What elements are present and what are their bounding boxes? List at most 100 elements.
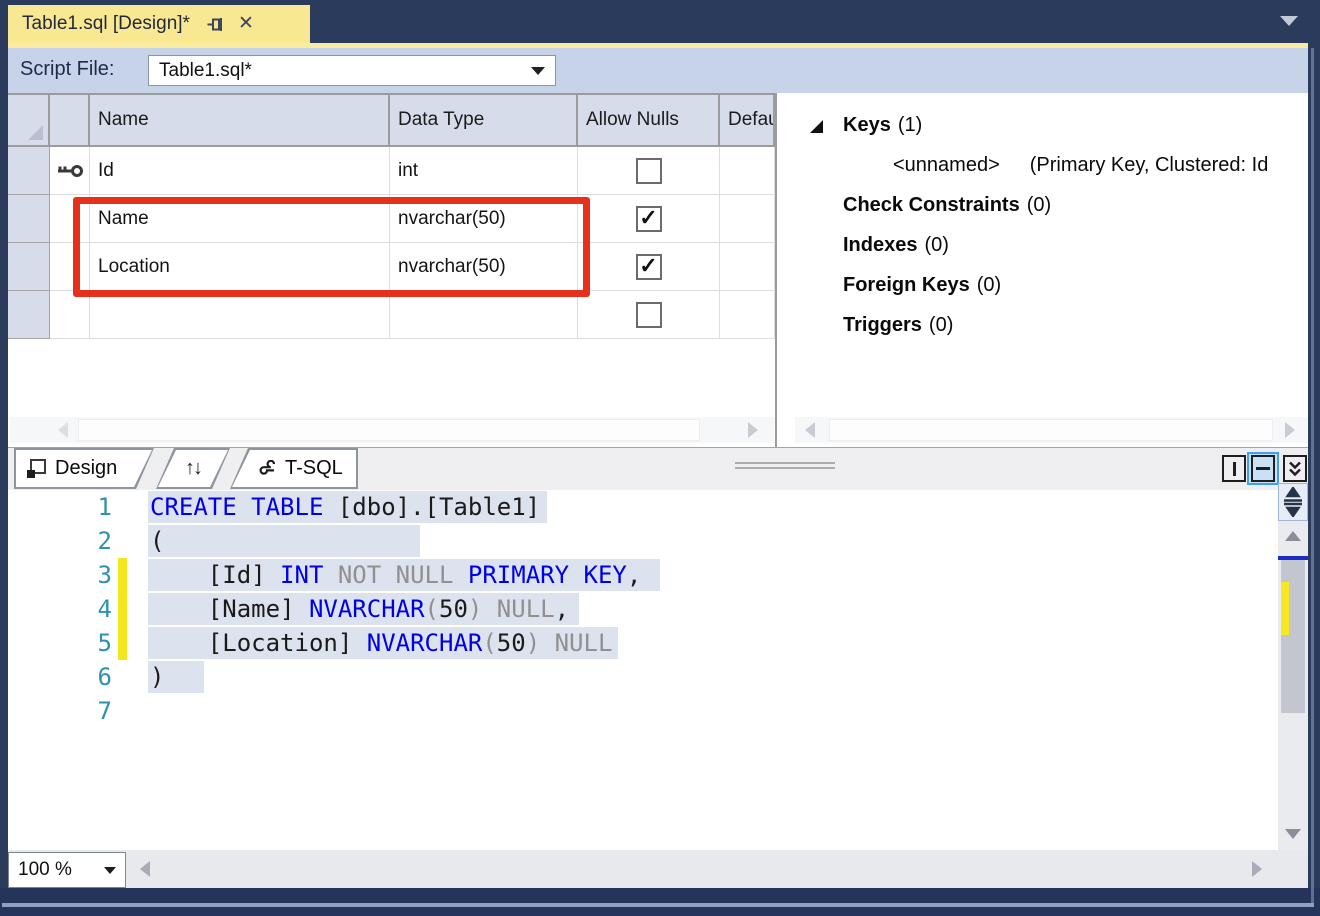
cell-name[interactable]: Name — [90, 195, 390, 243]
allow-nulls-checkbox[interactable]: ✓ — [636, 254, 662, 280]
primary-key-icon — [56, 163, 84, 179]
cell-allow-nulls — [578, 291, 720, 339]
cell-default[interactable] — [720, 147, 775, 195]
window-border — [1311, 48, 1314, 906]
split-vertical-button[interactable] — [1222, 455, 1246, 482]
code-line[interactable]: 5 [Location] NVARCHAR(50) NULL — [8, 626, 1278, 660]
tab-design-label: Design — [55, 457, 117, 480]
scroll-left-icon[interactable] — [805, 422, 815, 438]
line-number: 2 — [8, 524, 112, 558]
tree-item-foreign-keys[interactable]: Foreign Keys(0) — [843, 274, 1001, 297]
code-line[interactable]: 1CREATE TABLE [dbo].[Table1] — [8, 490, 1278, 524]
column-header-data-type[interactable]: Data Type — [390, 95, 578, 147]
script-file-label: Script File: — [20, 58, 114, 81]
document-well-dropdown-icon[interactable] — [1280, 16, 1298, 26]
zoom-level-value: 100 % — [18, 859, 104, 881]
line-number: 7 — [8, 694, 112, 728]
scroll-left-icon[interactable] — [58, 422, 68, 438]
document-tab-title: Table1.sql [Design]* — [22, 13, 190, 35]
table-designer-window: Table1.sql [Design]* ✕ Script File: Tabl… — [0, 0, 1320, 916]
scroll-right-icon[interactable] — [1285, 422, 1295, 438]
column-header-name[interactable]: Name — [90, 95, 390, 147]
code-line[interactable]: 7 — [8, 694, 1278, 728]
tab-tsql[interactable]: T-SQL — [230, 448, 358, 489]
code-text: [Id] INT NOT NULL PRIMARY KEY, — [150, 558, 641, 592]
scroll-right-icon[interactable] — [1252, 861, 1262, 877]
column-header-default[interactable]: Default — [720, 95, 775, 147]
document-tab[interactable]: Table1.sql [Design]* ✕ — [8, 5, 310, 43]
cell-data-type[interactable]: int — [390, 147, 578, 195]
scroll-down-icon[interactable] — [1285, 829, 1301, 839]
cell-default[interactable] — [720, 291, 775, 339]
row-selector[interactable] — [8, 243, 50, 291]
table-row: Location nvarchar(50) ✓ — [8, 243, 775, 291]
code-text: ) — [150, 660, 164, 694]
tree-item-triggers[interactable]: Triggers(0) — [843, 314, 953, 337]
window-border — [2, 903, 1314, 907]
script-file-combo[interactable]: Table1.sql* — [148, 55, 556, 86]
split-handle-icon — [1282, 487, 1304, 517]
cell-name[interactable] — [90, 291, 390, 339]
tree-item-primary-key[interactable]: <unnamed>(Primary Key, Clustered: Id — [893, 154, 1268, 177]
swap-panes-button[interactable]: ↑↓ — [156, 448, 230, 489]
table-row — [8, 291, 775, 339]
line-number: 1 — [8, 490, 112, 524]
code-line[interactable]: 6) — [8, 660, 1278, 694]
cell-allow-nulls: ✓ — [578, 195, 720, 243]
chevron-down-icon — [104, 867, 116, 874]
change-tracking-bar — [118, 592, 127, 626]
pane-splitter-grip[interactable] — [735, 462, 835, 469]
tree-item-keys[interactable]: Keys(1) — [843, 114, 922, 137]
editor-splitter-button[interactable] — [1278, 483, 1308, 521]
row-selector[interactable] — [8, 195, 50, 243]
cell-default[interactable] — [720, 243, 775, 291]
code-text: ( — [150, 524, 164, 558]
grid-h-scrollbar-thumb[interactable] — [78, 419, 700, 441]
allow-nulls-checkbox[interactable] — [636, 158, 662, 184]
column-header-allow-nulls[interactable]: Allow Nulls — [578, 95, 720, 147]
grid-h-scrollbar[interactable] — [10, 417, 775, 443]
code-line[interactable]: 4 [Name] NVARCHAR(50) NULL, — [8, 592, 1278, 626]
key-column-header[interactable] — [50, 95, 90, 147]
code-editor[interactable]: 1CREATE TABLE [dbo].[Table1]2(3 [Id] INT… — [8, 490, 1278, 850]
window-frame — [0, 888, 1320, 916]
row-selector[interactable] — [8, 147, 50, 195]
line-number: 5 — [8, 626, 112, 660]
code-line[interactable]: 3 [Id] INT NOT NULL PRIMARY KEY, — [8, 558, 1278, 592]
script-file-combo-value: Table1.sql* — [159, 60, 531, 82]
panel-h-scrollbar[interactable] — [795, 417, 1308, 443]
cell-data-type[interactable] — [390, 291, 578, 339]
code-line[interactable]: 2( — [8, 524, 1278, 558]
allow-nulls-checkbox[interactable]: ✓ — [636, 206, 662, 232]
key-cell — [50, 291, 90, 339]
panel-h-scrollbar-thumb[interactable] — [829, 419, 1273, 441]
cell-name[interactable]: Id — [90, 147, 390, 195]
cell-default[interactable] — [720, 195, 775, 243]
tab-design[interactable]: Design — [14, 448, 154, 489]
tree-item-check-constraints[interactable]: Check Constraints(0) — [843, 194, 1051, 217]
close-icon[interactable]: ✕ — [238, 15, 254, 33]
cell-data-type[interactable]: nvarchar(50) — [390, 243, 578, 291]
line-number: 6 — [8, 660, 112, 694]
tree-expander-icon[interactable] — [810, 120, 823, 133]
cell-data-type[interactable]: nvarchar(50) — [390, 195, 578, 243]
table-row: Name nvarchar(50) ✓ — [8, 195, 775, 243]
select-all-corner-cell[interactable] — [8, 95, 50, 147]
columns-grid: Name Data Type Allow Nulls Default Id in… — [8, 93, 775, 447]
pin-icon[interactable] — [206, 15, 224, 33]
tree-item-indexes[interactable]: Indexes(0) — [843, 234, 949, 257]
collapse-pane-button[interactable] — [1283, 455, 1307, 482]
scroll-left-icon[interactable] — [140, 861, 150, 877]
allow-nulls-checkbox[interactable] — [636, 302, 662, 328]
key-cell — [50, 195, 90, 243]
code-text: [Location] NVARCHAR(50) NULL — [150, 626, 612, 660]
zoom-level-combo[interactable]: 100 % — [8, 852, 126, 888]
row-selector[interactable] — [8, 291, 50, 339]
code-text: [Name] NVARCHAR(50) NULL, — [150, 592, 569, 626]
scroll-up-icon[interactable] — [1285, 531, 1301, 541]
line-highlight — [148, 525, 420, 557]
split-horizontal-button[interactable] — [1247, 452, 1279, 485]
double-chevron-down-icon — [1287, 460, 1303, 477]
scroll-right-icon[interactable] — [748, 422, 758, 438]
cell-name[interactable]: Location — [90, 243, 390, 291]
